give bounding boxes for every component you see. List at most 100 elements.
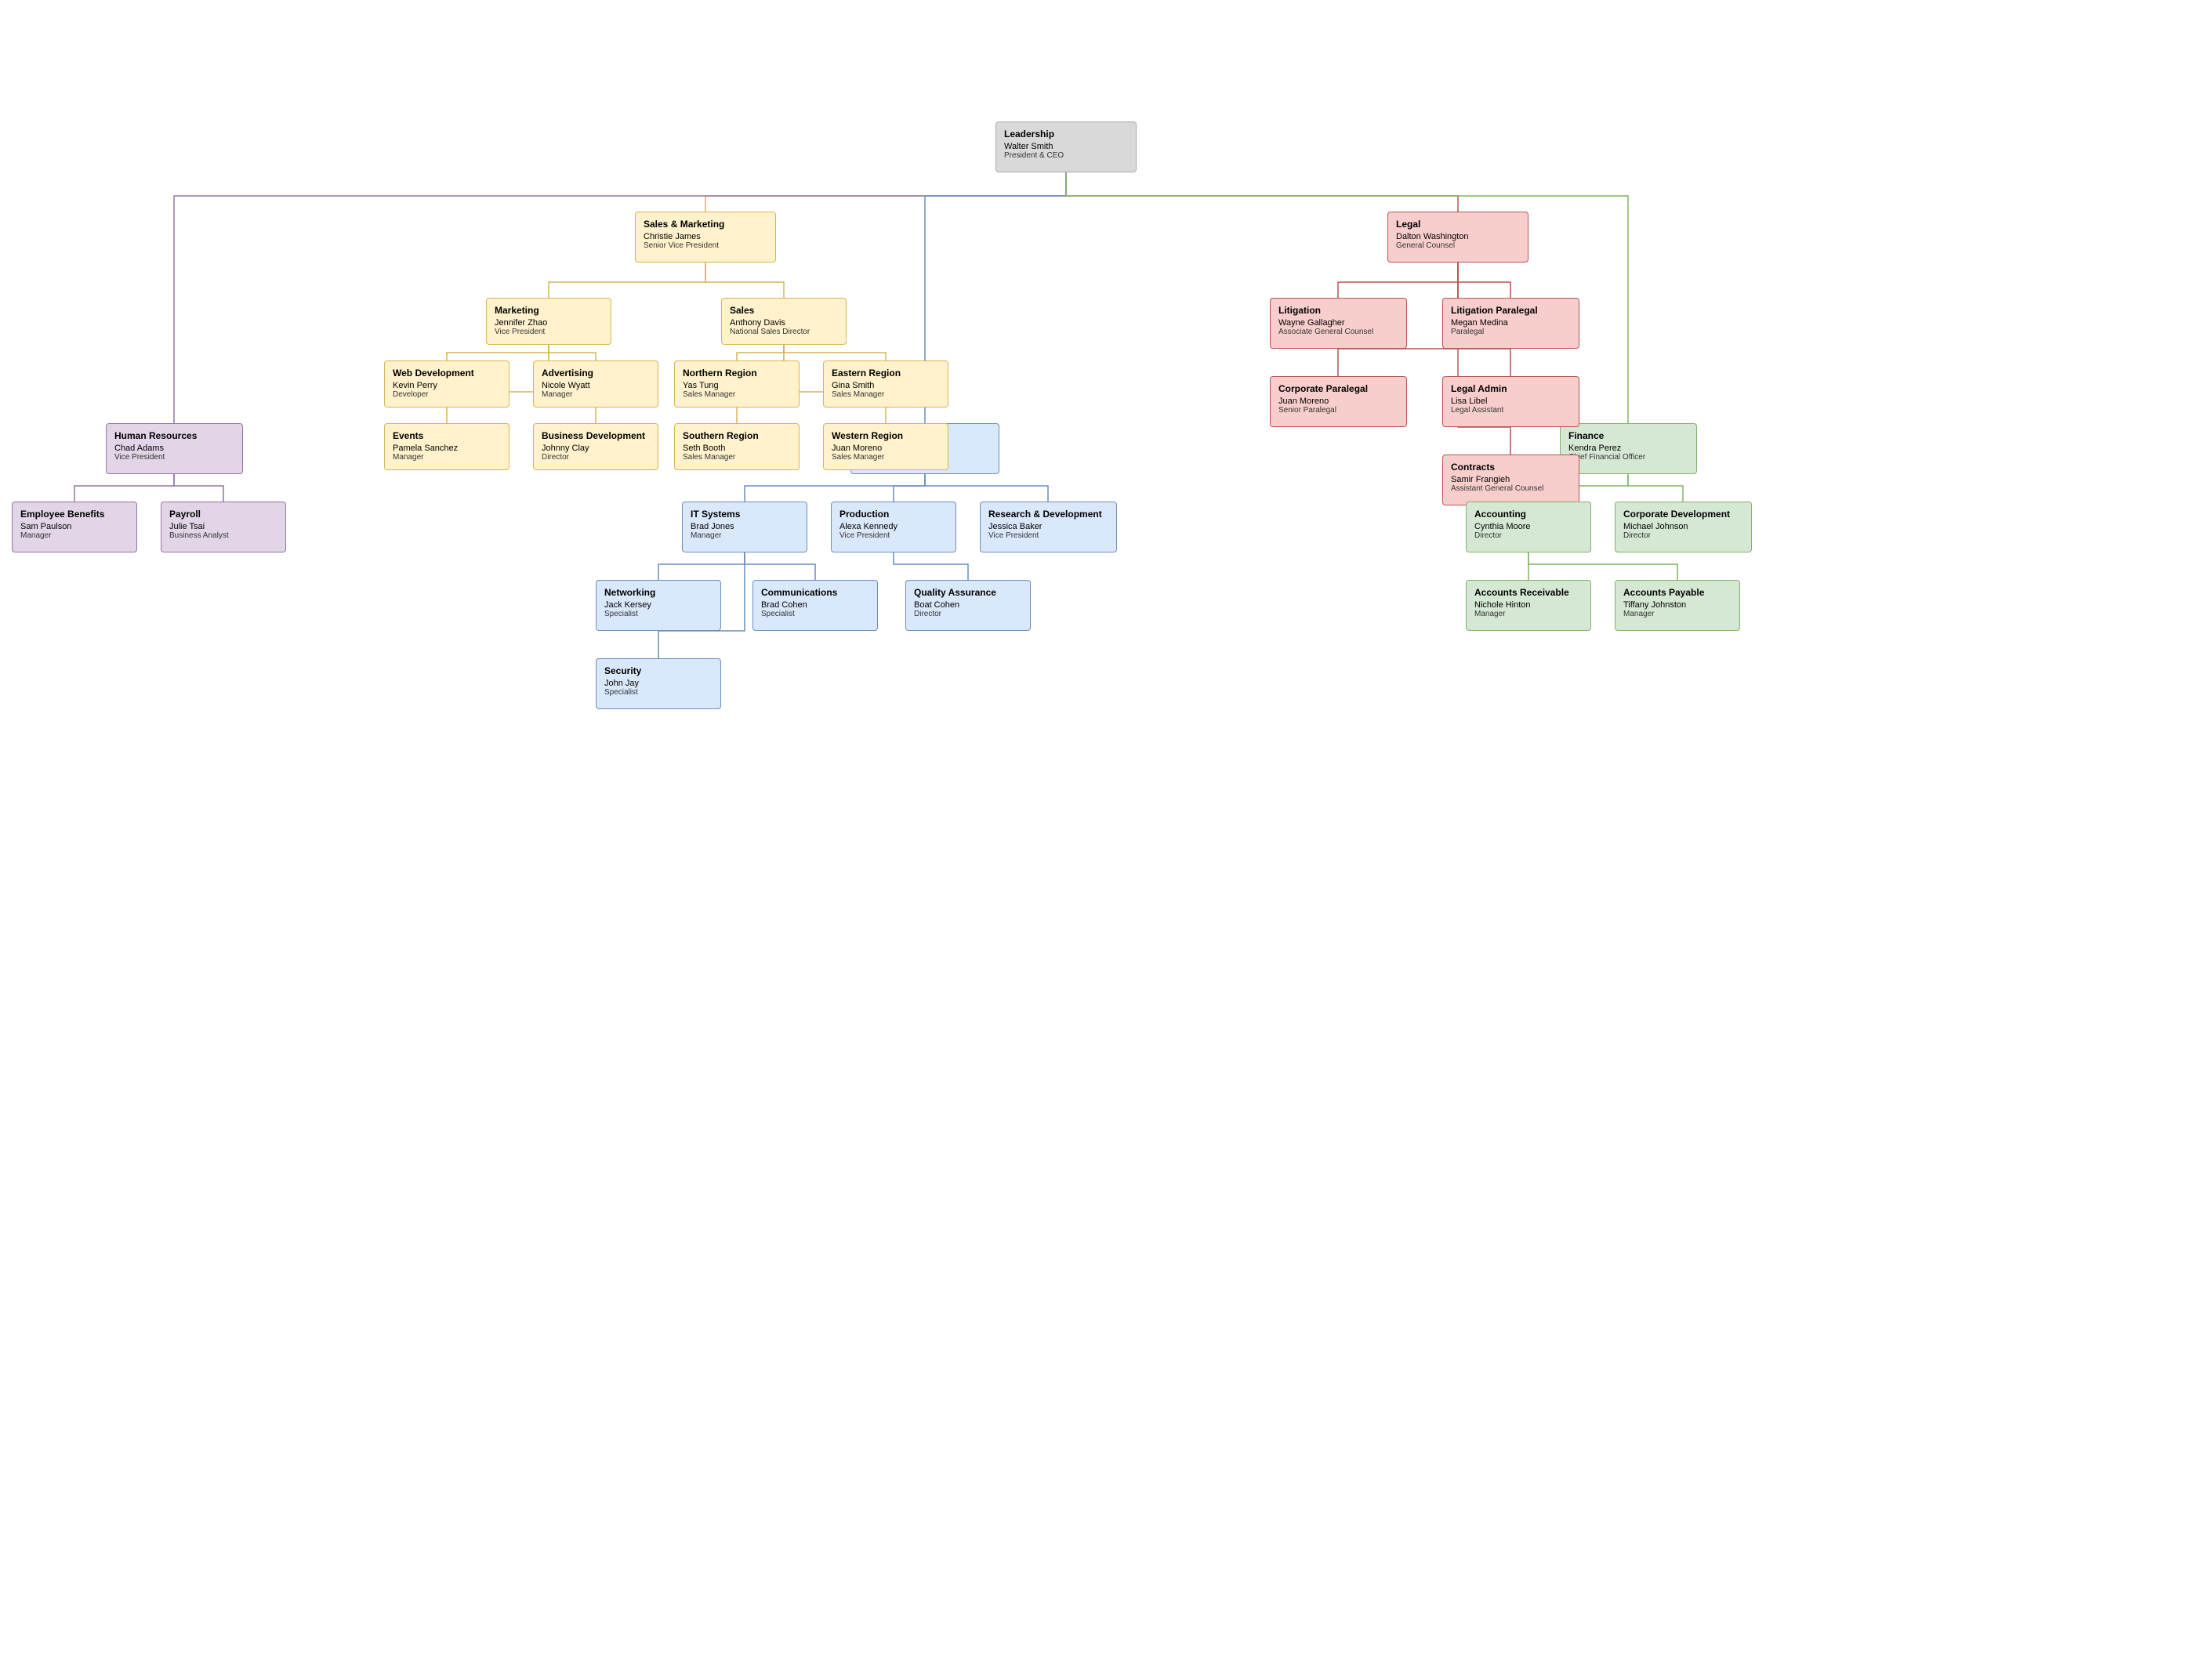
node-name-networking: Jack Kersey: [604, 600, 713, 610]
node-name-it_systems: Brad Jones: [691, 522, 799, 531]
node-title-business_development: Business Development: [542, 430, 650, 441]
node-role-legal: General Counsel: [1396, 241, 1520, 250]
node-role-accounts_payable: Manager: [1623, 610, 1732, 618]
node-role-corporate_paralegal: Senior Paralegal: [1278, 406, 1398, 415]
node-human_resources: Human Resources Chad AdamsVice President: [106, 423, 243, 474]
node-name-communications: Brad Cohen: [761, 600, 869, 610]
node-name-events: Pamela Sanchez: [393, 444, 501, 453]
node-communications: Communications Brad CohenSpecialist: [752, 580, 878, 631]
node-title-legal: Legal: [1396, 219, 1520, 230]
node-events: Events Pamela SanchezManager: [384, 423, 509, 470]
node-name-litigation: Wayne Gallagher: [1278, 318, 1398, 328]
node-name-security: John Jay: [604, 679, 713, 688]
node-legal: LegalDalton WashingtonGeneral Counsel: [1387, 212, 1528, 263]
node-role-sales_marketing: Senior Vice President: [644, 241, 767, 250]
node-role-northern_region: Sales Manager: [683, 390, 791, 399]
node-business_development: Business Development Johnny ClayDirector: [533, 423, 658, 470]
node-corporate_paralegal: Corporate ParalegalJuan MorenoSenior Par…: [1270, 376, 1407, 427]
node-name-accounts_payable: Tiffany Johnston: [1623, 600, 1732, 610]
org-chart: LeadershipWalter SmithPresident & CEOSal…: [0, 0, 2212, 1659]
node-role-corporate_development: Director: [1623, 531, 1743, 540]
node-title-communications: Communications: [761, 587, 869, 598]
node-production: ProductionAlexa KennedyVice President: [831, 502, 956, 552]
node-name-business_development: Johnny Clay: [542, 444, 650, 453]
node-title-research_development: Research & Development: [988, 509, 1108, 520]
node-it_systems: IT SystemsBrad JonesManager: [682, 502, 807, 552]
node-title-web_development: Web Development: [393, 368, 501, 379]
node-role-business_development: Director: [542, 453, 650, 462]
node-name-accounts_receivable: Nichole Hinton: [1474, 600, 1583, 610]
node-corporate_development: Corporate DevelopmentMichael JohnsonDire…: [1615, 502, 1752, 552]
node-marketing: MarketingJennifer ZhaoVice President: [486, 298, 611, 345]
node-eastern_region: Eastern Region Gina SmithSales Manager: [823, 360, 948, 408]
node-title-marketing: Marketing: [495, 305, 603, 316]
node-role-payroll: Business Analyst: [169, 531, 277, 540]
node-name-contracts: Samir Frangieh: [1451, 475, 1571, 484]
node-role-communications: Specialist: [761, 610, 869, 618]
node-name-accounting: Cynthia Moore: [1474, 522, 1583, 531]
node-name-legal_admin: Lisa Libel: [1451, 397, 1571, 406]
node-name-research_development: Jessica Baker: [988, 522, 1108, 531]
node-role-litigation_paralegal: Paralegal: [1451, 328, 1571, 336]
node-role-sales: National Sales Director: [730, 328, 838, 336]
node-name-litigation_paralegal: Megan Medina: [1451, 318, 1571, 328]
node-litigation_paralegal: Litigation ParalegalMegan MedinaParalega…: [1442, 298, 1579, 349]
node-title-production: Production: [839, 509, 948, 520]
node-name-finance: Kendra Perez: [1568, 444, 1688, 453]
node-networking: NetworkingJack KerseySpecialist: [596, 580, 721, 631]
node-title-litigation: Litigation: [1278, 305, 1398, 316]
node-role-human_resources: Vice President: [114, 453, 234, 462]
node-title-accounting: Accounting: [1474, 509, 1583, 520]
node-title-corporate_paralegal: Corporate Paralegal: [1278, 383, 1398, 394]
node-name-human_resources: Chad Adams: [114, 444, 234, 453]
node-role-production: Vice President: [839, 531, 948, 540]
node-employee_benefits: Employee BenefitsSam PaulsonManager: [12, 502, 137, 552]
node-title-accounts_receivable: Accounts Receivable: [1474, 587, 1583, 598]
node-name-sales_marketing: Christie James: [644, 232, 767, 241]
node-title-leadership: Leadership: [1004, 129, 1128, 139]
node-title-advertising: Advertising: [542, 368, 650, 379]
node-title-quality_assurance: Quality Assurance: [914, 587, 1022, 598]
node-name-southern_region: Seth Booth: [683, 444, 791, 453]
node-role-it_systems: Manager: [691, 531, 799, 540]
node-role-finance: Chief Financial Officer: [1568, 453, 1688, 462]
node-title-employee_benefits: Employee Benefits: [20, 509, 129, 520]
connectors-svg: [0, 0, 2212, 1659]
node-research_development: Research & Development Jessica BakerVice …: [980, 502, 1117, 552]
node-name-western_region: Juan Moreno: [832, 444, 940, 453]
node-name-leadership: Walter Smith: [1004, 142, 1128, 151]
node-western_region: Western RegionJuan MorenoSales Manager: [823, 423, 948, 470]
node-title-finance: Finance: [1568, 430, 1688, 441]
node-title-security: Security: [604, 665, 713, 676]
node-title-southern_region: Southern Region: [683, 430, 791, 441]
node-title-events: Events: [393, 430, 501, 441]
node-accounts_receivable: Accounts Receivable Nichole HintonManager: [1466, 580, 1591, 631]
node-role-research_development: Vice President: [988, 531, 1108, 540]
node-role-quality_assurance: Director: [914, 610, 1022, 618]
node-payroll: PayrollJulie TsaiBusiness Analyst: [161, 502, 286, 552]
node-role-events: Manager: [393, 453, 501, 462]
node-name-quality_assurance: Boat Cohen: [914, 600, 1022, 610]
node-sales_marketing: Sales & MarketingChristie JamesSenior Vi…: [635, 212, 776, 263]
node-northern_region: Northern RegionYas TungSales Manager: [674, 360, 800, 408]
node-role-eastern_region: Sales Manager: [832, 390, 940, 399]
node-title-northern_region: Northern Region: [683, 368, 791, 379]
node-name-web_development: Kevin Perry: [393, 381, 501, 390]
node-title-contracts: Contracts: [1451, 462, 1571, 473]
node-legal_admin: Legal AdminLisa LibelLegal Assistant: [1442, 376, 1579, 427]
node-contracts: ContractsSamir FrangiehAssistant General…: [1442, 455, 1579, 505]
node-quality_assurance: Quality Assurance Boat CohenDirector: [905, 580, 1031, 631]
node-leadership: LeadershipWalter SmithPresident & CEO: [995, 121, 1137, 172]
node-name-eastern_region: Gina Smith: [832, 381, 940, 390]
node-advertising: AdvertisingNicole WyattManager: [533, 360, 658, 408]
node-accounting: AccountingCynthia MooreDirector: [1466, 502, 1591, 552]
node-title-eastern_region: Eastern Region: [832, 368, 940, 379]
node-sales: SalesAnthony DavisNational Sales Directo…: [721, 298, 847, 345]
node-role-advertising: Manager: [542, 390, 650, 399]
node-title-legal_admin: Legal Admin: [1451, 383, 1571, 394]
node-role-security: Specialist: [604, 688, 713, 697]
node-name-employee_benefits: Sam Paulson: [20, 522, 129, 531]
node-name-payroll: Julie Tsai: [169, 522, 277, 531]
node-role-accounts_receivable: Manager: [1474, 610, 1583, 618]
node-title-human_resources: Human Resources: [114, 430, 234, 441]
